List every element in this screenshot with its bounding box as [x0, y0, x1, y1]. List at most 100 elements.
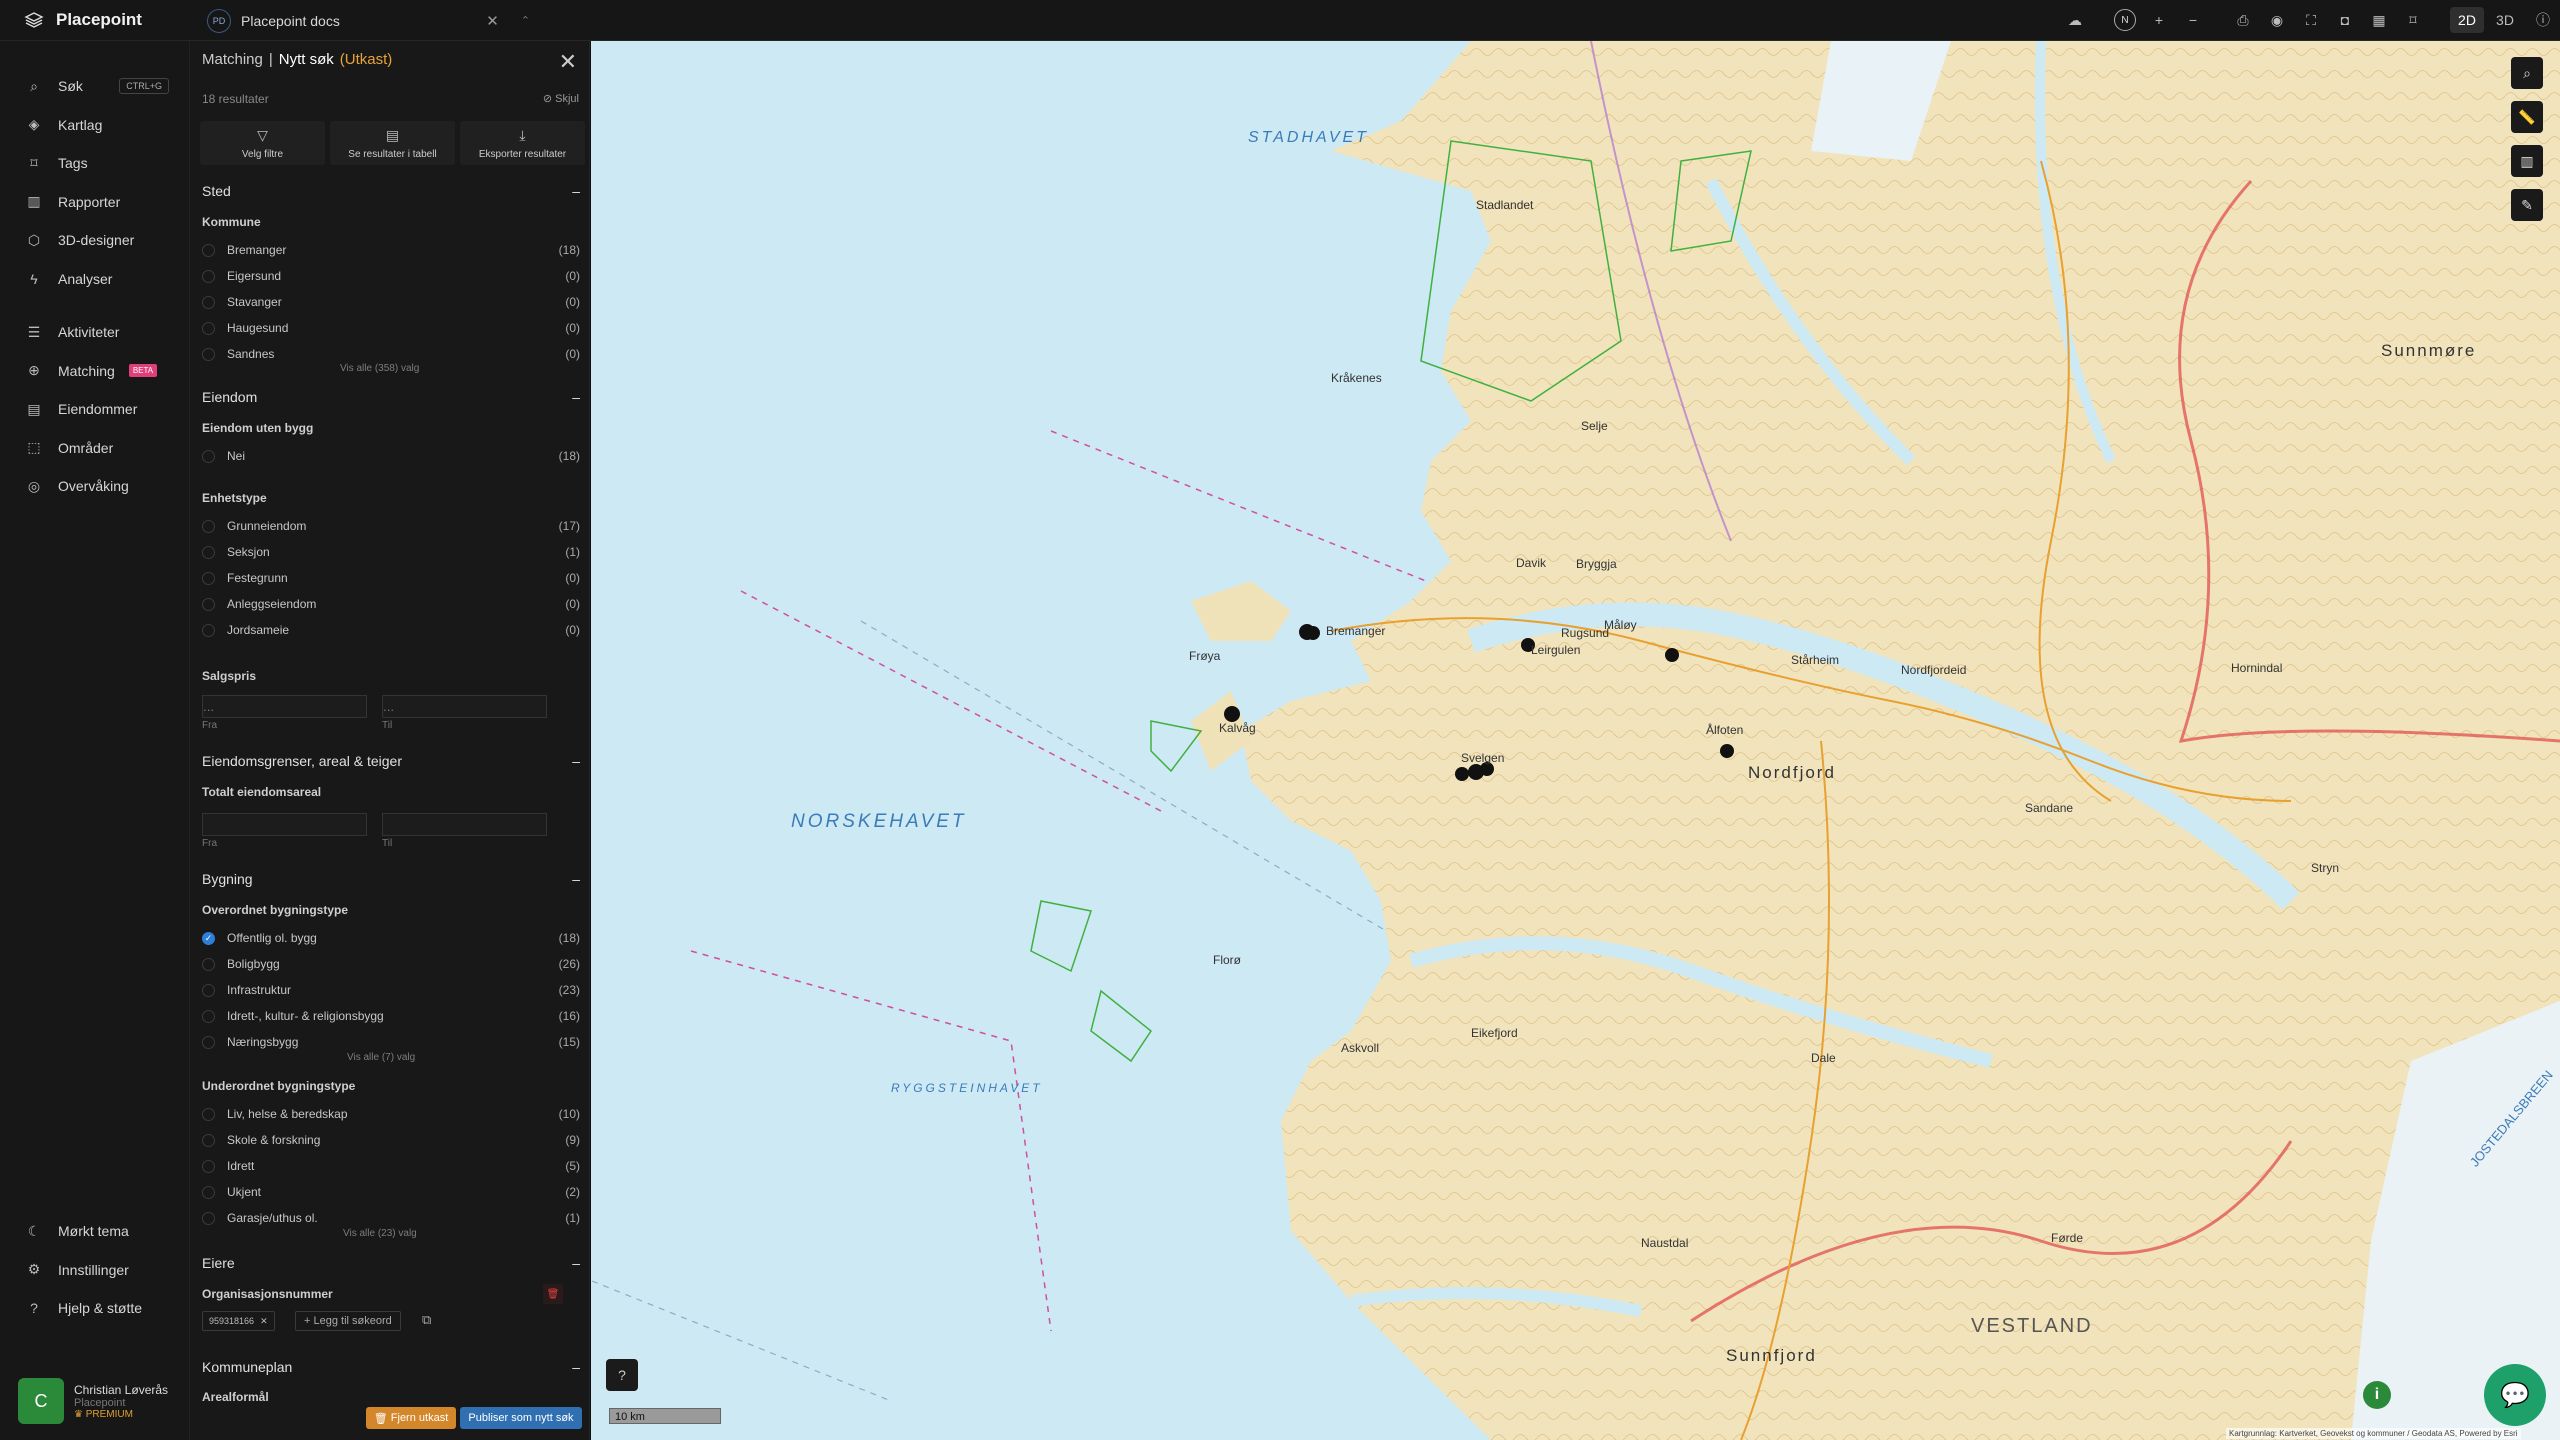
document-selector[interactable]: PD Placepoint docs ✕ ⌃ — [205, 7, 530, 34]
user-profile[interactable]: C Christian Løverås Placepoint ♛ PREMIUM — [18, 1378, 168, 1424]
sidebar-item-rapporter[interactable]: ▥ Rapporter — [0, 183, 189, 222]
zoom-in-button[interactable]: + — [2142, 0, 2176, 40]
trash-icon[interactable]: 🗑 — [543, 1284, 563, 1304]
help-icon[interactable]: ? — [606, 1359, 638, 1391]
sidebar-item-eiendommer[interactable]: ▤ Eiendommer — [0, 390, 189, 429]
chart-icon[interactable]: ▥ — [2511, 145, 2543, 177]
clear-document-icon[interactable]: ✕ — [486, 12, 499, 30]
add-keyword-button[interactable]: + Legg til søkeord — [295, 1311, 401, 1331]
sidebar-item-analyser[interactable]: ϟ Analyser — [0, 260, 189, 299]
mode-2d-button[interactable]: 2D — [2450, 7, 2484, 33]
overordnet-option[interactable]: Næringsbygg (15) — [202, 1031, 580, 1053]
sidebar-item-kartlag[interactable]: ◈ Kartlag — [0, 106, 189, 145]
camera-icon[interactable]: ◘ — [2328, 0, 2362, 40]
salgspris-from-input[interactable] — [202, 695, 367, 718]
see-all-link[interactable]: Vis alle (358) valg — [340, 363, 419, 374]
property-marker[interactable] — [1665, 648, 1679, 662]
view-table-button[interactable]: ▤ Se resultater i tabell — [330, 121, 455, 165]
sidebar-item-omrader[interactable]: ⬚ Områder — [0, 429, 189, 468]
breadcrumb-matching[interactable]: Matching — [202, 51, 263, 68]
collapse-icon[interactable]: – — [572, 1255, 580, 1271]
hide-button[interactable]: ⊘ Skjul — [543, 92, 579, 105]
draw-icon[interactable]: ✎ — [2511, 189, 2543, 221]
areal-from-input[interactable] — [202, 813, 367, 836]
remove-draft-button[interactable]: 🗑 Fjern utkast — [366, 1407, 456, 1429]
chat-icon[interactable]: 💬 — [2484, 1364, 2546, 1426]
collapse-icon[interactable]: – — [572, 1359, 580, 1375]
checkbox[interactable] — [202, 243, 215, 257]
kommune-option[interactable]: Sandnes (0) — [202, 343, 580, 365]
fullscreen-icon[interactable]: ⛶ — [2294, 0, 2328, 40]
enhetstype-option[interactable]: Seksjon (1) — [202, 541, 580, 563]
section-kommuneplan[interactable]: Kommuneplan – — [202, 1359, 580, 1375]
see-all-link[interactable]: Vis alle (7) valg — [347, 1052, 415, 1063]
checkbox[interactable] — [202, 571, 215, 585]
section-sted[interactable]: Sted – — [202, 183, 580, 199]
checkbox[interactable] — [202, 1159, 215, 1173]
enhetstype-option[interactable]: Anleggseiendom (0) — [202, 593, 580, 615]
weather-icon[interactable]: ☁ — [2058, 0, 2092, 40]
grid-icon[interactable]: ▦ — [2362, 0, 2396, 40]
collapse-icon[interactable]: – — [572, 753, 580, 769]
topographic-map[interactable] — [591, 41, 2560, 1440]
overordnet-option[interactable]: ✓ Offentlig ol. bygg (18) — [202, 927, 580, 949]
kommune-option[interactable]: Bremanger (18) — [202, 239, 580, 261]
copy-icon[interactable]: ⧉ — [422, 1312, 431, 1328]
property-marker[interactable] — [1306, 626, 1320, 640]
collapse-icon[interactable]: – — [572, 871, 580, 887]
see-all-link[interactable]: Vis alle (23) valg — [343, 1228, 417, 1239]
brand[interactable]: Placepoint — [24, 10, 142, 30]
orgnr-chip[interactable]: 959318166 ✕ — [202, 1311, 275, 1331]
kommune-option[interactable]: Haugesund (0) — [202, 317, 580, 339]
sidebar-item-3d-designer[interactable]: ⬡ 3D-designer — [0, 221, 189, 260]
enhetstype-option[interactable]: Festegrunn (0) — [202, 567, 580, 589]
checkbox[interactable] — [202, 623, 215, 637]
sidebar-item-help[interactable]: ? Hjelp & støtte — [0, 1289, 190, 1328]
layer-search-icon[interactable]: ⌕ — [2511, 57, 2543, 89]
map-canvas[interactable]: STADHAVET NORSKEHAVET RYGGSTEINHAVET Nor… — [591, 41, 2560, 1440]
checkbox[interactable] — [202, 597, 215, 611]
collapse-icon[interactable]: – — [572, 389, 580, 405]
property-marker[interactable] — [1224, 706, 1240, 722]
sidebar-item-settings[interactable]: ⚙ Innstillinger — [0, 1251, 190, 1290]
compass-button[interactable]: N — [2108, 0, 2142, 40]
underordnet-option[interactable]: Idrett (5) — [202, 1155, 580, 1177]
chevron-updown-icon[interactable]: ⌃ — [521, 14, 530, 27]
section-eiere[interactable]: Eiere – — [202, 1255, 580, 1271]
checkbox[interactable] — [202, 1185, 215, 1199]
remove-chip-icon[interactable]: ✕ — [260, 1316, 268, 1327]
underordnet-option[interactable]: Garasje/uthus ol. (1) — [202, 1207, 580, 1229]
publish-button[interactable]: Publiser som nytt søk — [460, 1407, 582, 1429]
underordnet-option[interactable]: Liv, helse & beredskap (10) — [202, 1103, 580, 1125]
sidebar-item-tags[interactable]: ⌑ Tags — [0, 144, 189, 183]
section-eiendomsgrenser[interactable]: Eiendomsgrenser, areal & teiger – — [202, 753, 580, 769]
checkbox[interactable] — [202, 1035, 215, 1049]
kommune-option[interactable]: Eigersund (0) — [202, 265, 580, 287]
checkbox[interactable] — [202, 1133, 215, 1147]
checkbox[interactable] — [202, 519, 215, 533]
checkbox[interactable] — [202, 295, 215, 309]
checkbox[interactable] — [202, 983, 215, 997]
enhetstype-option[interactable]: Grunneiendom (17) — [202, 515, 580, 537]
section-bygning[interactable]: Bygning – — [202, 871, 580, 887]
checkbox[interactable] — [202, 269, 215, 283]
sidebar-item-aktiviteter[interactable]: ☰ Aktiviteter — [0, 313, 189, 352]
choose-filters-button[interactable]: ▽ Velg filtre — [200, 121, 325, 165]
checkbox[interactable] — [202, 1107, 215, 1121]
property-marker[interactable] — [1720, 744, 1734, 758]
salgspris-to-input[interactable] — [382, 695, 547, 718]
section-eiendom[interactable]: Eiendom – — [202, 389, 580, 405]
export-results-button[interactable]: ⤓ Eksporter resultater — [460, 121, 585, 165]
sidebar-item-overvaking[interactable]: ◎ Overvåking — [0, 467, 189, 506]
sidebar-item-dark-theme[interactable]: ☾ Mørkt tema — [0, 1212, 190, 1251]
checkbox[interactable] — [202, 1009, 215, 1023]
checkbox[interactable] — [202, 321, 215, 335]
collapse-icon[interactable]: – — [572, 183, 580, 199]
property-marker[interactable] — [1455, 767, 1469, 781]
areal-to-input[interactable] — [382, 813, 547, 836]
info-icon[interactable]: ⓘ — [2526, 0, 2560, 40]
sidebar-item-sok[interactable]: ⌕ Søk CTRL+G — [0, 67, 189, 106]
underordnet-option[interactable]: Skole & forskning (9) — [202, 1129, 580, 1151]
enhetstype-option[interactable]: Jordsameie (0) — [202, 619, 580, 641]
overordnet-option[interactable]: Boligbygg (26) — [202, 953, 580, 975]
